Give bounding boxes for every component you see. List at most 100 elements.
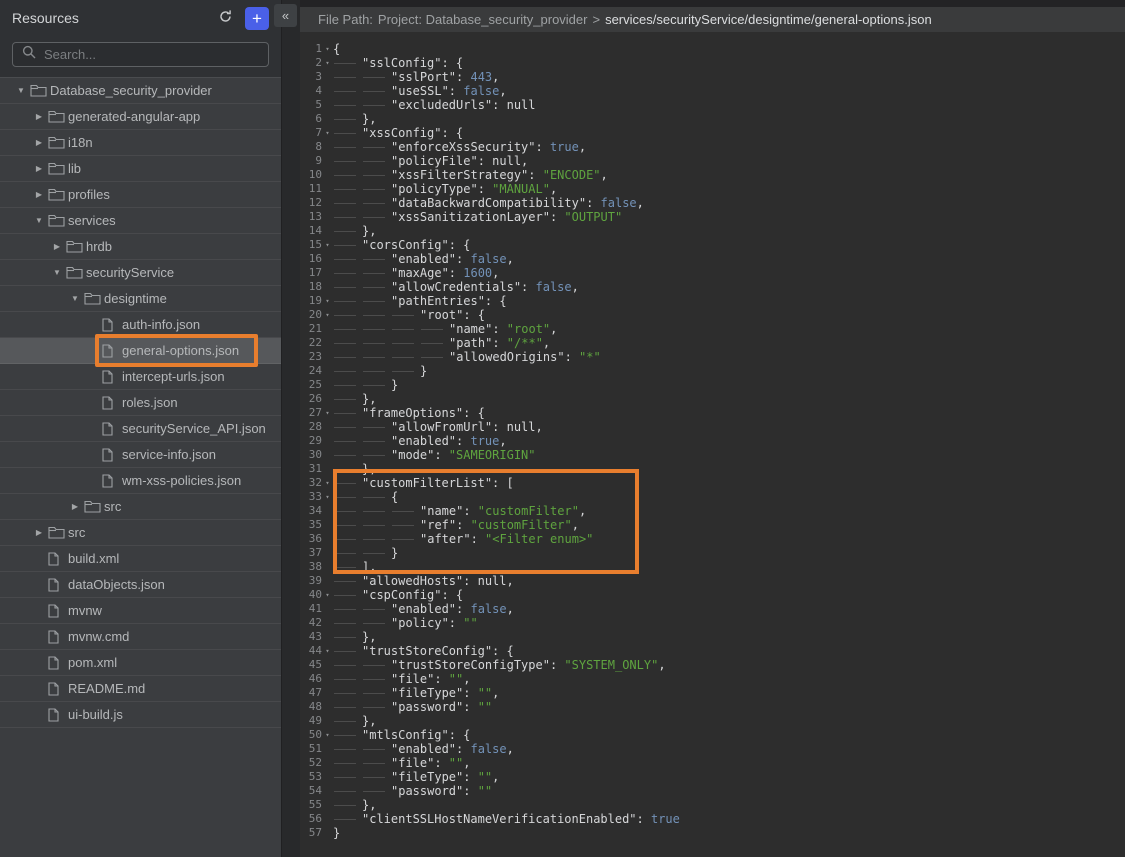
tree-item-mvnw.cmd[interactable]: mvnw.cmd <box>0 624 281 650</box>
code-line-14[interactable]: 14}, <box>300 224 1125 238</box>
tree-item-generated-angular-app[interactable]: ▶generated-angular-app <box>0 104 281 130</box>
code-line-22[interactable]: 22"path": "/**", <box>300 336 1125 350</box>
chevron-collapsed-icon[interactable]: ▶ <box>30 190 48 199</box>
code-line-52[interactable]: 52"file": "", <box>300 756 1125 770</box>
code-line-48[interactable]: 48"password": "" <box>300 700 1125 714</box>
code-line-49[interactable]: 49}, <box>300 714 1125 728</box>
chevron-expanded-icon[interactable]: ▼ <box>12 86 30 95</box>
tree-item-profiles[interactable]: ▶profiles <box>0 182 281 208</box>
code-line-25[interactable]: 25} <box>300 378 1125 392</box>
code-line-16[interactable]: 16"enabled": false, <box>300 252 1125 266</box>
tree-item-roles.json[interactable]: roles.json <box>0 390 281 416</box>
chevron-expanded-icon[interactable]: ▼ <box>30 216 48 225</box>
chevron-expanded-icon[interactable]: ▼ <box>48 268 66 277</box>
code-line-19[interactable]: 19▾"pathEntries": { <box>300 294 1125 308</box>
code-line-36[interactable]: 36"after": "<Filter enum>" <box>300 532 1125 546</box>
code-line-18[interactable]: 18"allowCredentials": false, <box>300 280 1125 294</box>
code-line-56[interactable]: 56"clientSSLHostNameVerificationEnabled"… <box>300 812 1125 826</box>
tree-item-auth-info.json[interactable]: auth-info.json <box>0 312 281 338</box>
fold-arrow-icon[interactable]: ▾ <box>322 294 333 308</box>
fold-arrow-icon[interactable]: ▾ <box>322 308 333 322</box>
code-line-10[interactable]: 10"xssFilterStrategy": "ENCODE", <box>300 168 1125 182</box>
chevron-collapsed-icon[interactable]: ▶ <box>66 502 84 511</box>
code-line-9[interactable]: 9"policyFile": null, <box>300 154 1125 168</box>
code-line-23[interactable]: 23"allowedOrigins": "*" <box>300 350 1125 364</box>
tree-item-i18n[interactable]: ▶i18n <box>0 130 281 156</box>
code-line-38[interactable]: 38], <box>300 560 1125 574</box>
fold-arrow-icon[interactable]: ▾ <box>322 238 333 252</box>
code-line-13[interactable]: 13"xssSanitizationLayer": "OUTPUT" <box>300 210 1125 224</box>
tree-item-pom.xml[interactable]: pom.xml <box>0 650 281 676</box>
code-line-6[interactable]: 6}, <box>300 112 1125 126</box>
tree-item-designtime[interactable]: ▼designtime <box>0 286 281 312</box>
search-input[interactable] <box>44 47 259 62</box>
tree-item-dataObjects.json[interactable]: dataObjects.json <box>0 572 281 598</box>
fold-arrow-icon[interactable]: ▾ <box>322 42 333 56</box>
fold-arrow-icon[interactable]: ▾ <box>322 490 333 504</box>
code-line-21[interactable]: 21"name": "root", <box>300 322 1125 336</box>
tree-item-build.xml[interactable]: build.xml <box>0 546 281 572</box>
fold-arrow-icon[interactable]: ▾ <box>322 476 333 490</box>
code-line-42[interactable]: 42"policy": "" <box>300 616 1125 630</box>
code-line-26[interactable]: 26}, <box>300 392 1125 406</box>
code-line-53[interactable]: 53"fileType": "", <box>300 770 1125 784</box>
fold-arrow-icon[interactable]: ▾ <box>322 644 333 658</box>
chevron-collapsed-icon[interactable]: ▶ <box>30 138 48 147</box>
code-line-31[interactable]: 31}, <box>300 462 1125 476</box>
code-line-30[interactable]: 30"mode": "SAMEORIGIN" <box>300 448 1125 462</box>
code-line-47[interactable]: 47"fileType": "", <box>300 686 1125 700</box>
code-line-15[interactable]: 15▾"corsConfig": { <box>300 238 1125 252</box>
tree-item-securityService_API.json[interactable]: securityService_API.json <box>0 416 281 442</box>
tree-item-wm-xss-policies.json[interactable]: wm-xss-policies.json <box>0 468 281 494</box>
code-line-45[interactable]: 45"trustStoreConfigType": "SYSTEM_ONLY", <box>300 658 1125 672</box>
add-button[interactable]: + <box>245 7 269 30</box>
code-line-34[interactable]: 34"name": "customFilter", <box>300 504 1125 518</box>
tree-item-general-options.json[interactable]: general-options.json <box>0 338 281 364</box>
tree-item-intercept-urls.json[interactable]: intercept-urls.json <box>0 364 281 390</box>
chevron-expanded-icon[interactable]: ▼ <box>66 294 84 303</box>
chevron-collapsed-icon[interactable]: ▶ <box>48 242 66 251</box>
code-line-11[interactable]: 11"policyType": "MANUAL", <box>300 182 1125 196</box>
code-line-33[interactable]: 33▾{ <box>300 490 1125 504</box>
code-line-44[interactable]: 44▾"trustStoreConfig": { <box>300 644 1125 658</box>
tree-item-service-info.json[interactable]: service-info.json <box>0 442 281 468</box>
tree-item-Database_security_provider[interactable]: ▼Database_security_provider <box>0 78 281 104</box>
code-line-20[interactable]: 20▾"root": { <box>300 308 1125 322</box>
search-box[interactable] <box>12 42 269 67</box>
code-line-4[interactable]: 4"useSSL": false, <box>300 84 1125 98</box>
code-line-5[interactable]: 5"excludedUrls": null <box>300 98 1125 112</box>
tree-item-lib[interactable]: ▶lib <box>0 156 281 182</box>
code-line-7[interactable]: 7▾"xssConfig": { <box>300 126 1125 140</box>
tree-item-services[interactable]: ▼services <box>0 208 281 234</box>
code-line-27[interactable]: 27▾"frameOptions": { <box>300 406 1125 420</box>
tree-item-ui-build.js[interactable]: ui-build.js <box>0 702 281 728</box>
refresh-button[interactable] <box>214 7 236 29</box>
code-line-8[interactable]: 8"enforceXssSecurity": true, <box>300 140 1125 154</box>
code-line-50[interactable]: 50▾"mtlsConfig": { <box>300 728 1125 742</box>
chevron-collapsed-icon[interactable]: ▶ <box>30 112 48 121</box>
tree-item-hrdb[interactable]: ▶hrdb <box>0 234 281 260</box>
chevron-collapsed-icon[interactable]: ▶ <box>30 528 48 537</box>
code-line-54[interactable]: 54"password": "" <box>300 784 1125 798</box>
tree-item-securityService[interactable]: ▼securityService <box>0 260 281 286</box>
code-line-37[interactable]: 37} <box>300 546 1125 560</box>
code-editor[interactable]: 1▾{2▾"sslConfig": {3"sslPort": 443,4"use… <box>300 32 1125 857</box>
tree-item-README.md[interactable]: README.md <box>0 676 281 702</box>
chevron-collapsed-icon[interactable]: ▶ <box>30 164 48 173</box>
code-line-17[interactable]: 17"maxAge": 1600, <box>300 266 1125 280</box>
tree-item-src[interactable]: ▶src <box>0 520 281 546</box>
fold-arrow-icon[interactable]: ▾ <box>322 56 333 70</box>
code-line-2[interactable]: 2▾"sslConfig": { <box>300 56 1125 70</box>
fold-arrow-icon[interactable]: ▾ <box>322 728 333 742</box>
code-line-41[interactable]: 41"enabled": false, <box>300 602 1125 616</box>
code-line-12[interactable]: 12"dataBackwardCompatibility": false, <box>300 196 1125 210</box>
tree-item-mvnw[interactable]: mvnw <box>0 598 281 624</box>
code-line-35[interactable]: 35"ref": "customFilter", <box>300 518 1125 532</box>
code-line-32[interactable]: 32▾"customFilterList": [ <box>300 476 1125 490</box>
fold-arrow-icon[interactable]: ▾ <box>322 588 333 602</box>
code-line-55[interactable]: 55}, <box>300 798 1125 812</box>
collapse-sidebar-button[interactable]: « <box>274 4 297 27</box>
code-line-1[interactable]: 1▾{ <box>300 42 1125 56</box>
code-line-46[interactable]: 46"file": "", <box>300 672 1125 686</box>
code-line-3[interactable]: 3"sslPort": 443, <box>300 70 1125 84</box>
